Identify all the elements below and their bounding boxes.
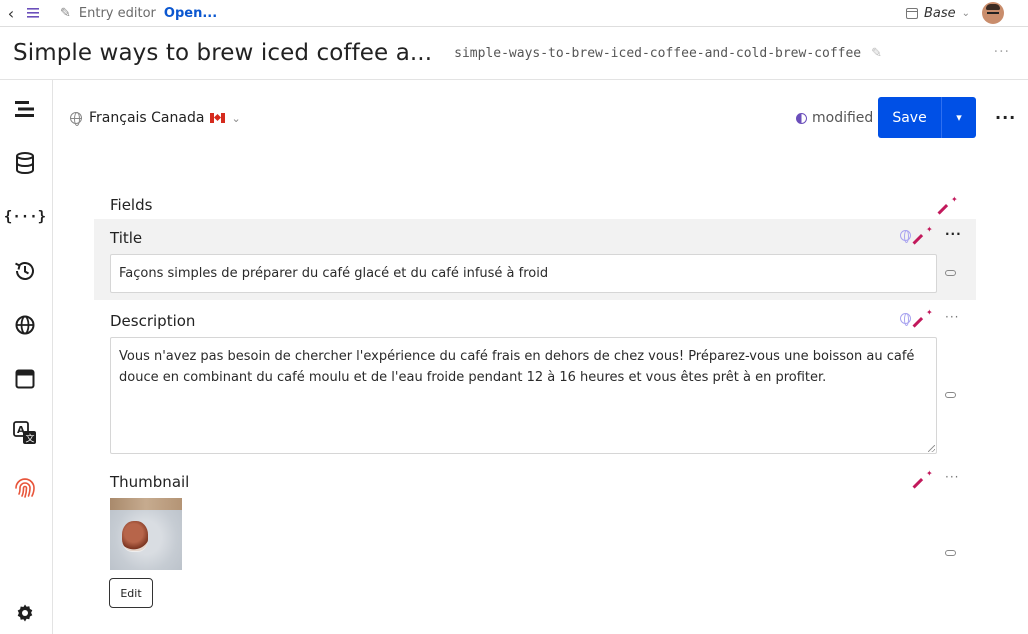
slug: simple-ways-to-brew-iced-coffee-and-cold… [454, 45, 862, 61]
thumbnail-more-icon[interactable]: ··· [945, 470, 959, 484]
link-icon[interactable] [945, 550, 956, 556]
fingerprint-icon[interactable] [12, 474, 38, 500]
save-options-button[interactable]: ▾ [941, 97, 976, 138]
link-icon[interactable] [945, 270, 956, 276]
settings-icon[interactable] [12, 600, 38, 626]
menu-icon[interactable] [22, 0, 44, 26]
avatar[interactable] [982, 2, 1004, 24]
canada-flag-icon [210, 113, 226, 123]
localized-globe-icon [900, 230, 911, 243]
hamburger-icon [27, 8, 39, 18]
more-options-icon[interactable]: ··· [995, 108, 1016, 127]
globe-icon[interactable] [12, 312, 38, 338]
window-icon [905, 7, 918, 19]
pencil-icon: ✎ [60, 5, 71, 21]
database-icon[interactable] [12, 150, 38, 176]
half-circle-icon [796, 112, 807, 124]
magic-wand-icon[interactable] [919, 225, 933, 243]
link-icon[interactable] [945, 392, 956, 398]
edit-thumbnail-button[interactable]: Edit [109, 578, 153, 608]
localized-globe-icon [900, 313, 911, 326]
title-field-label: Title [110, 229, 143, 247]
description-more-icon[interactable]: ··· [945, 310, 959, 324]
save-button-group: Save ▾ [878, 97, 976, 138]
back-chevron-icon[interactable]: ‹ [0, 0, 22, 26]
thumbnail-image [110, 498, 182, 570]
magic-wand-icon[interactable] [919, 308, 933, 326]
translate-icon[interactable]: A文 [12, 420, 38, 446]
thumbnail-field-label: Thumbnail [110, 473, 190, 491]
workspace-switcher[interactable]: Base ⌄ [905, 0, 1004, 26]
magic-wand-icon[interactable] [919, 469, 933, 487]
globe-icon [70, 112, 82, 126]
status-badge: modified [796, 109, 873, 127]
description-text: Vous n'avez pas besoin de chercher l'exp… [119, 349, 915, 385]
top-bar: ‹ ✎ Entry editor Open... Base ⌄ [0, 0, 1028, 27]
chevron-down-icon: ⌄ [961, 7, 970, 19]
status-label: modified [812, 110, 874, 126]
svg-text:文: 文 [26, 433, 35, 445]
description-textarea[interactable]: Vous n'avez pas besoin de chercher l'exp… [110, 337, 937, 454]
entry-header: Simple ways to brew iced coffee a... sim… [0, 27, 1028, 80]
code-icon[interactable]: {···} [4, 204, 46, 230]
title-more-icon[interactable]: ··· [945, 227, 962, 241]
sidebar: {···} A文 [0, 80, 53, 634]
edit-slug-icon[interactable]: ✎ [871, 46, 882, 61]
open-link[interactable]: Open... [164, 6, 217, 21]
description-field-label: Description [110, 312, 196, 330]
history-icon[interactable] [12, 258, 38, 284]
breadcrumb-title: Entry editor [78, 5, 156, 21]
layout-icon[interactable] [12, 366, 38, 392]
magic-wand-icon[interactable] [944, 195, 958, 213]
locale-label: Français Canada [89, 110, 205, 126]
header-more-icon[interactable]: ··· [994, 44, 1010, 60]
content-icon[interactable] [12, 96, 38, 122]
title-input[interactable]: Façons simples de préparer du café glacé… [110, 254, 937, 293]
chevron-down-icon: ▾ [956, 111, 962, 124]
fields-heading: Fields [110, 196, 153, 214]
locale-selector[interactable]: Français Canada ⌄ [70, 108, 241, 128]
save-button[interactable]: Save [878, 97, 941, 138]
resize-handle[interactable] [928, 445, 935, 452]
chevron-down-icon: ⌄ [231, 111, 241, 125]
page-title: Simple ways to brew iced coffee a... [13, 40, 433, 66]
workspace-label: Base [923, 5, 956, 21]
